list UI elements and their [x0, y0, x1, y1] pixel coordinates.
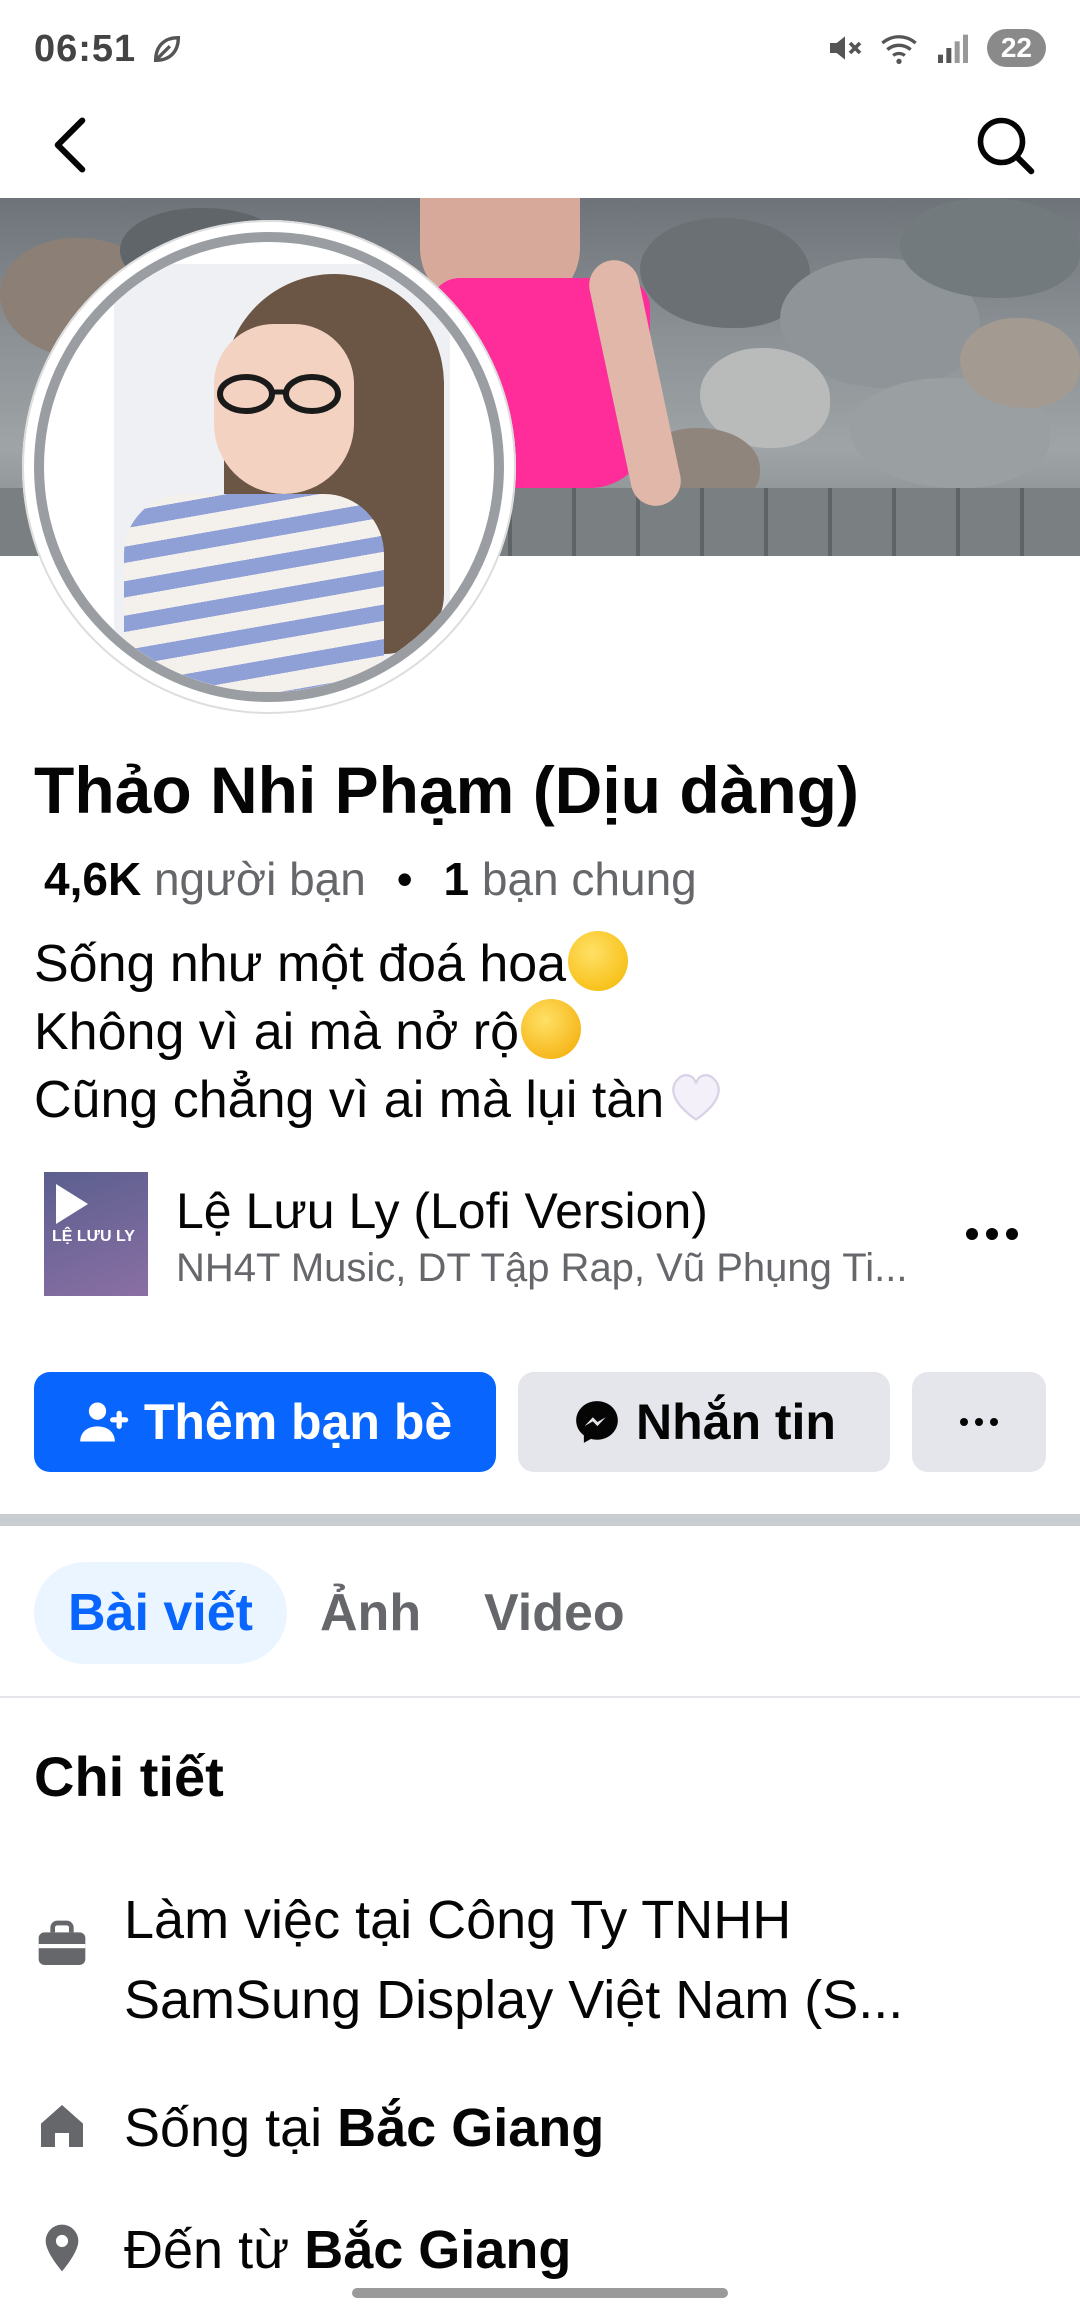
- friends-label: người bạn: [153, 853, 366, 905]
- status-time: 06:51: [34, 28, 137, 70]
- message-button[interactable]: Nhắn tin: [518, 1372, 890, 1472]
- music-artist: NH4T Music, DT Tập Rap, Vũ Phụng Ti...: [176, 1246, 908, 1290]
- slightly-smiling-emoji-icon: [568, 931, 629, 991]
- mutual-label: bạn chung: [481, 853, 697, 905]
- from-prefix: Đến từ: [124, 2220, 305, 2280]
- friends-summary[interactable]: 4,6K người bạn • 1 bạn chung: [44, 852, 697, 906]
- add-friend-icon: [79, 1402, 129, 1442]
- tab-posts[interactable]: Bài viết: [34, 1562, 287, 1664]
- status-bar: 06:51 22: [0, 0, 1080, 100]
- mute-icon: [829, 36, 862, 60]
- message-label: Nhắn tin: [636, 1394, 836, 1450]
- smiling-blush-emoji-icon: [521, 999, 582, 1059]
- lives-prefix: Sống tại: [124, 2098, 338, 2158]
- music-cover-art[interactable]: LỆ LƯU LY: [44, 1172, 148, 1296]
- separator-dot: •: [396, 853, 413, 905]
- play-icon: [56, 1184, 88, 1224]
- signal-icon: [937, 34, 968, 63]
- add-friend-label: Thêm bạn bè: [143, 1394, 453, 1450]
- top-nav: [0, 100, 1080, 198]
- dot: [986, 1228, 998, 1240]
- briefcase-icon: [38, 1920, 86, 1965]
- details-title: Chi tiết: [34, 1745, 224, 1808]
- battery-indicator: 22: [986, 29, 1046, 67]
- more-actions-button[interactable]: [912, 1372, 1046, 1472]
- bio-line: Sống như một đoá hoa: [34, 935, 567, 993]
- location-pin-icon: [45, 2224, 79, 2272]
- lives-in-detail[interactable]: Sống tại Bắc Giang: [124, 2088, 604, 2168]
- ellipsis-icon: [960, 1418, 998, 1426]
- music-more-button[interactable]: [966, 1214, 1036, 1254]
- messenger-icon: [576, 1401, 618, 1443]
- home-indicator[interactable]: [352, 2288, 728, 2298]
- tab-video[interactable]: Video: [450, 1562, 659, 1664]
- avatar[interactable]: [34, 232, 504, 702]
- search-icon[interactable]: [970, 110, 1040, 180]
- work-line: Làm việc tại Công Ty TNHH: [124, 1890, 792, 1950]
- bio-line: Không vì ai mà nở rộ: [34, 1003, 520, 1061]
- white-heart-emoji-icon: [672, 1074, 720, 1121]
- tab-photos[interactable]: Ảnh: [286, 1562, 455, 1664]
- work-line: SamSung Display Việt Nam (S...: [124, 1970, 904, 2030]
- tabs-divider: [0, 1696, 1080, 1698]
- friends-count: 4,6K: [44, 853, 142, 905]
- profile-name: Thảo Nhi Phạm (Dịu dàng): [34, 753, 859, 827]
- profile-bio: Sống như một đoá hoa Không vì ai mà nở r…: [34, 930, 726, 1134]
- chevron-left-icon[interactable]: [40, 110, 100, 180]
- work-detail[interactable]: Làm việc tại Công Ty TNHH SamSung Displa…: [124, 1880, 903, 2040]
- from-detail[interactable]: Đến từ Bắc Giang: [124, 2210, 571, 2290]
- music-title[interactable]: Lệ Lưu Ly (Lofi Version): [176, 1182, 708, 1240]
- add-friend-button[interactable]: Thêm bạn bè: [34, 1372, 496, 1472]
- dot: [1006, 1228, 1018, 1240]
- dot: [966, 1228, 978, 1240]
- leaf-icon: [153, 35, 181, 63]
- wifi-icon: [881, 35, 917, 64]
- home-icon: [41, 2105, 83, 2147]
- mutual-count: 1: [443, 853, 470, 905]
- bio-line: Cũng chẳng vì ai mà lụi tàn: [34, 1071, 665, 1129]
- from-place: Bắc Giang: [304, 2220, 572, 2280]
- lives-place: Bắc Giang: [337, 2098, 605, 2158]
- section-divider: [0, 1514, 1080, 1526]
- music-cover-text: LỆ LƯU LY: [52, 1228, 135, 1245]
